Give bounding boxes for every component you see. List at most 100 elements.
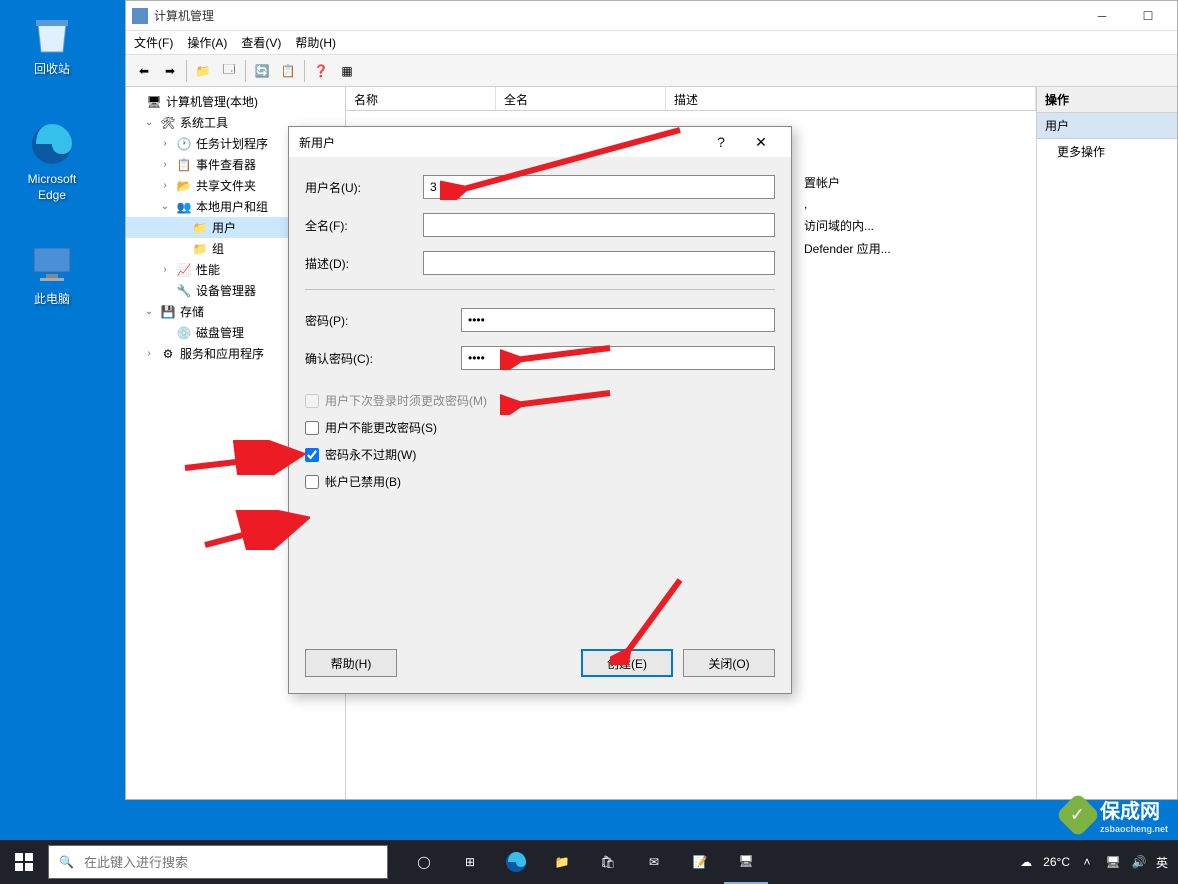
dialog-title: 新用户 <box>299 134 701 151</box>
folder-icon: 📁 <box>192 220 208 236</box>
close-button[interactable]: 关闭(O) <box>683 649 775 677</box>
users-icon: 👥 <box>176 199 192 215</box>
search-icon: 🔍 <box>59 855 74 869</box>
desktop-icon-label: Microsoft Edge <box>12 172 92 203</box>
new-user-dialog: 新用户 ? ✕ 用户名(U): 全名(F): 描述(D): 密码(P): <box>288 126 792 694</box>
edge-icon <box>28 120 76 168</box>
fullname-label: 全名(F): <box>305 217 423 234</box>
taskbar-mmc[interactable]: 🖥 <box>724 840 768 884</box>
dialog-help-button[interactable]: ? <box>701 134 741 150</box>
desktop-icon-label: 此电脑 <box>12 292 92 308</box>
checkbox-cannot-change[interactable] <box>305 421 319 435</box>
taskbar-explorer[interactable]: 📁 <box>540 840 584 884</box>
username-input[interactable] <box>423 175 775 199</box>
watermark-logo-icon: ✓ <box>1055 792 1100 837</box>
description-input[interactable] <box>423 251 775 275</box>
taskbar-notepad[interactable]: 📝 <box>678 840 722 884</box>
checkbox-never-expire[interactable] <box>305 448 319 462</box>
up-button[interactable]: 📁 <box>191 59 215 83</box>
services-icon: ⚙ <box>160 346 176 362</box>
search-box[interactable]: 🔍 <box>48 845 388 879</box>
checkbox-must-change[interactable] <box>305 394 319 408</box>
refresh-button[interactable]: 🔄 <box>250 59 274 83</box>
titlebar: 计算机管理 ─ ☐ <box>126 1 1177 31</box>
computer-icon: 🖥 <box>146 94 162 110</box>
desktop-icon-this-pc[interactable]: 此电脑 <box>12 240 92 308</box>
password-input[interactable] <box>461 308 775 332</box>
device-icon: 🔧 <box>176 283 192 299</box>
tools-icon: 🛠 <box>160 115 176 131</box>
task-view-button[interactable]: ◯ <box>402 840 446 884</box>
action-header: 操作 <box>1037 87 1177 113</box>
list-header: 名称 全名 描述 <box>346 87 1036 111</box>
recycle-bin-icon <box>28 10 76 58</box>
help-button[interactable]: ❓ <box>309 59 333 83</box>
dialog-titlebar: 新用户 ? ✕ <box>289 127 791 157</box>
column-desc[interactable]: 描述 <box>666 87 1036 110</box>
folder-icon: 📁 <box>192 241 208 257</box>
watermark-sub: zsbaocheng.net <box>1100 824 1168 834</box>
create-button[interactable]: 创建(E) <box>581 649 673 677</box>
perf-icon: 📈 <box>176 262 192 278</box>
desktop-icon-recycle-bin[interactable]: 回收站 <box>12 10 92 78</box>
storage-icon: 💾 <box>160 304 176 320</box>
computer-icon <box>28 240 76 288</box>
action-pane: 操作 用户 更多操作 <box>1037 87 1177 799</box>
confirm-password-input[interactable] <box>461 346 775 370</box>
dialog-close-button[interactable]: ✕ <box>741 134 781 151</box>
event-icon: 📋 <box>176 157 192 173</box>
column-fullname[interactable]: 全名 <box>496 87 666 110</box>
weather-temp[interactable]: 26°C <box>1043 855 1070 869</box>
taskbar: 🔍 ◯ ⊞ 📁 🛍 ✉ 📝 🖥 ☁ 26°C ˄ 🖥 🔊 英 <box>0 840 1178 884</box>
taskbar-edge[interactable] <box>494 840 538 884</box>
task-view-button[interactable]: ⊞ <box>448 840 492 884</box>
help-button[interactable]: 帮助(H) <box>305 649 397 677</box>
ime-indicator[interactable]: 英 <box>1156 854 1168 871</box>
checkbox-label: 用户不能更改密码(S) <box>325 419 437 436</box>
toolbar: ⬅ ➡ 📁 🗔 🔄 📋 ❓ ▦ <box>126 55 1177 87</box>
checkbox-label: 用户下次登录时须更改密码(M) <box>325 392 487 409</box>
start-button[interactable] <box>0 840 48 884</box>
volume-icon[interactable]: 🔊 <box>1130 853 1148 871</box>
taskbar-store[interactable]: 🛍 <box>586 840 630 884</box>
folder-icon: 📂 <box>176 178 192 194</box>
menu-file[interactable]: 文件(F) <box>134 34 173 51</box>
view-button[interactable]: ▦ <box>335 59 359 83</box>
tree-root[interactable]: 🖥计算机管理(本地) <box>126 91 345 112</box>
checkbox-label: 帐户已禁用(B) <box>325 473 401 490</box>
column-name[interactable]: 名称 <box>346 87 496 110</box>
confirm-password-label: 确认密码(C): <box>305 350 461 367</box>
menu-help[interactable]: 帮助(H) <box>295 34 336 51</box>
checkbox-account-disabled[interactable] <box>305 475 319 489</box>
tray-chevron[interactable]: ˄ <box>1078 853 1096 871</box>
weather-icon[interactable]: ☁ <box>1017 853 1035 871</box>
back-button[interactable]: ⬅ <box>132 59 156 83</box>
forward-button[interactable]: ➡ <box>158 59 182 83</box>
desktop-icon-label: 回收站 <box>12 62 92 78</box>
checkbox-label: 密码永不过期(W) <box>325 446 416 463</box>
menu-view[interactable]: 查看(V) <box>241 34 281 51</box>
search-input[interactable] <box>84 855 377 870</box>
system-tray: ☁ 26°C ˄ 🖥 🔊 英 <box>1007 853 1178 871</box>
maximize-button[interactable]: ☐ <box>1125 1 1171 31</box>
menubar: 文件(F) 操作(A) 查看(V) 帮助(H) <box>126 31 1177 55</box>
action-more[interactable]: 更多操作 <box>1037 139 1177 164</box>
desktop-icon-edge[interactable]: Microsoft Edge <box>12 120 92 203</box>
app-icon <box>132 8 148 24</box>
taskbar-mail[interactable]: ✉ <box>632 840 676 884</box>
action-group[interactable]: 用户 <box>1037 113 1177 139</box>
watermark: ✓ 保成网 zsbaocheng.net <box>1062 795 1168 834</box>
fullname-input[interactable] <box>423 213 775 237</box>
password-label: 密码(P): <box>305 312 461 329</box>
properties-button[interactable]: 🗔 <box>217 59 241 83</box>
watermark-text: 保成网 <box>1100 795 1168 824</box>
minimize-button[interactable]: ─ <box>1079 1 1125 31</box>
username-label: 用户名(U): <box>305 179 423 196</box>
clock-icon: 🕐 <box>176 136 192 152</box>
window-title: 计算机管理 <box>154 7 1079 24</box>
export-button[interactable]: 📋 <box>276 59 300 83</box>
menu-action[interactable]: 操作(A) <box>187 34 227 51</box>
description-label: 描述(D): <box>305 255 423 272</box>
disk-icon: 💿 <box>176 325 192 341</box>
network-icon[interactable]: 🖥 <box>1104 853 1122 871</box>
